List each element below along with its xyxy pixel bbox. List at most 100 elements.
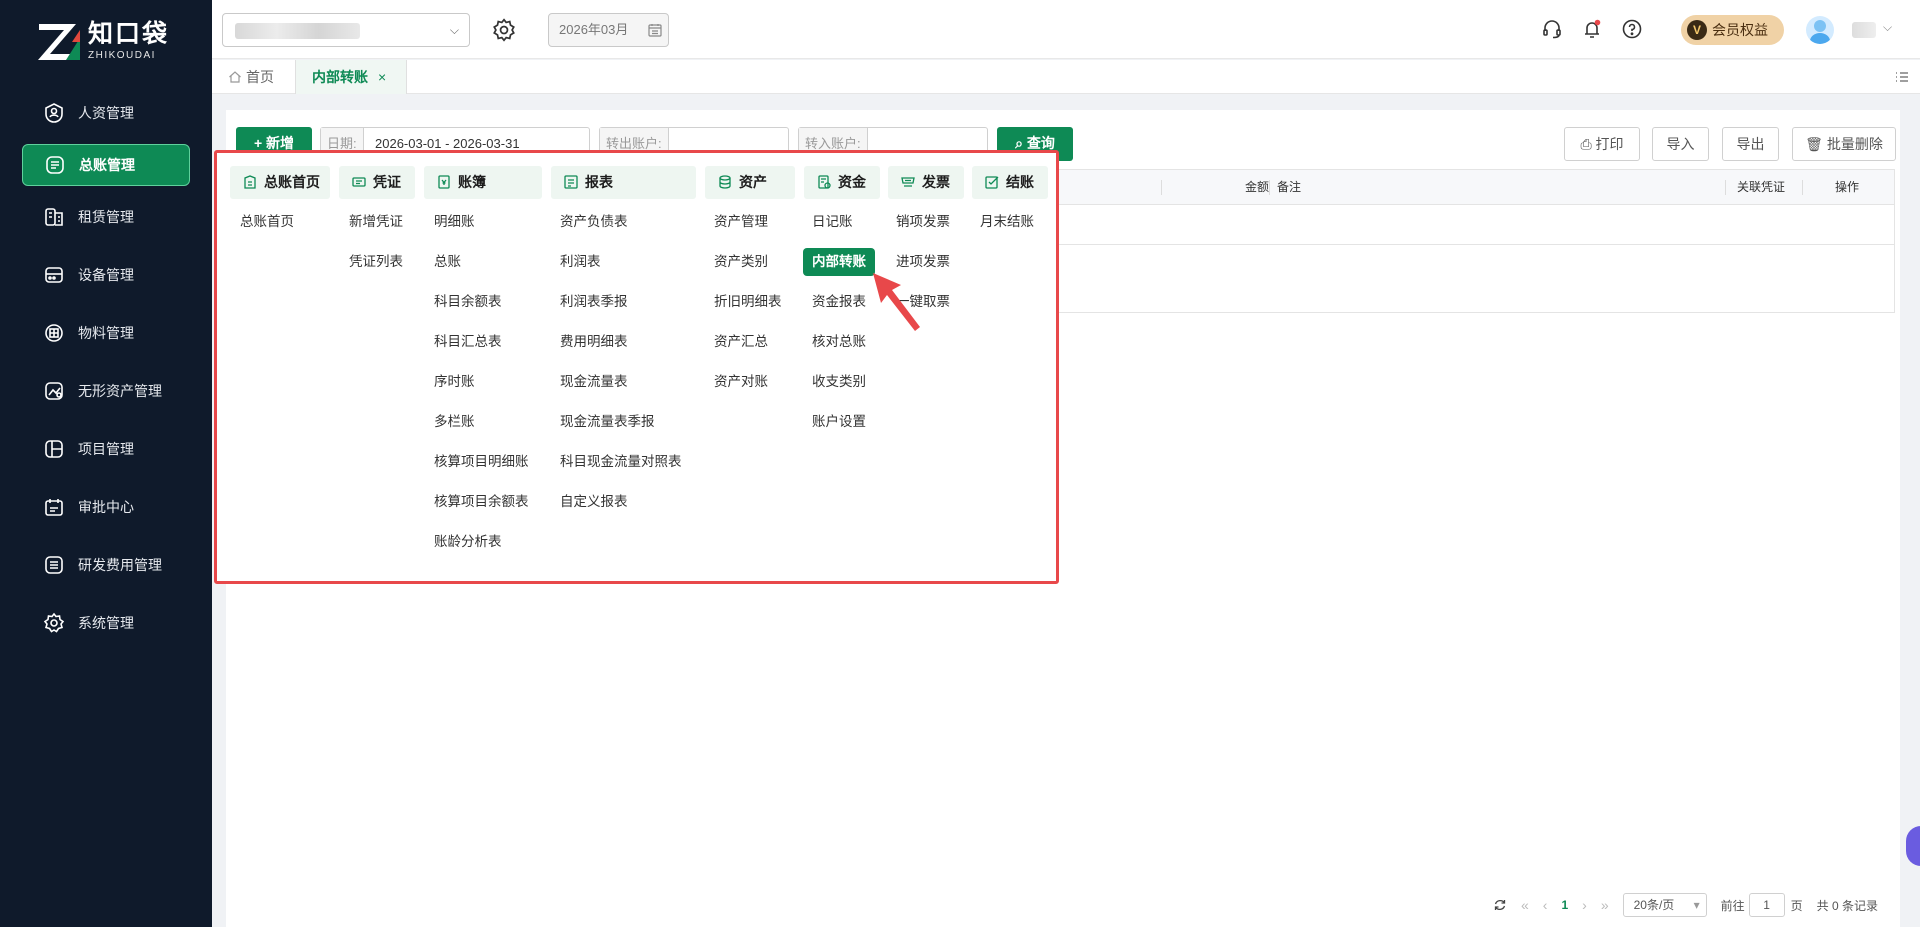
gear-icon[interactable] — [491, 17, 517, 43]
menu-link[interactable]: 利润表季报 — [560, 288, 628, 316]
print-button[interactable]: ⎙ 打印 — [1564, 127, 1640, 161]
bell-icon[interactable] — [1581, 18, 1603, 40]
menu-group-invoices[interactable]: 发票 — [888, 166, 964, 199]
username-redacted[interactable] — [1852, 22, 1876, 38]
menu-link[interactable]: 凭证列表 — [349, 248, 403, 276]
device-icon — [42, 263, 66, 287]
menu-link[interactable]: 自定义报表 — [560, 488, 628, 516]
menu-link[interactable]: 利润表 — [560, 248, 601, 276]
period-picker[interactable]: 2026年03月 — [548, 13, 669, 47]
next-page-icon[interactable]: › — [1582, 897, 1587, 913]
user-badge-icon — [42, 101, 66, 125]
menu-group-title: 资金 — [838, 174, 866, 190]
rd-expense-icon — [42, 553, 66, 577]
list-menu-icon[interactable] — [1894, 69, 1910, 85]
sidebar-item-approval[interactable]: 审批中心 — [0, 478, 212, 536]
menu-link[interactable]: 销项发票 — [896, 208, 950, 236]
batch-delete-button[interactable]: 🗑 批量删除 — [1792, 127, 1896, 161]
menu-link[interactable]: 资产汇总 — [714, 328, 768, 356]
tab-home[interactable]: 首页 — [212, 60, 290, 94]
export-button[interactable]: 导出 — [1722, 127, 1779, 161]
page-number[interactable]: 1 — [1561, 898, 1568, 912]
menu-group-assets[interactable]: 资产 — [705, 166, 795, 199]
menu-link[interactable]: 核算项目余额表 — [434, 488, 529, 516]
menu-link[interactable]: 核对总账 — [812, 328, 866, 356]
page-size-select[interactable]: 20条/页 — [1622, 893, 1707, 917]
menu-link[interactable]: 资金报表 — [812, 288, 866, 316]
menu-link[interactable]: 科目现金流量对照表 — [560, 448, 682, 476]
menu-group-closing[interactable]: 结账 — [972, 166, 1048, 199]
menu-link[interactable]: 折旧明细表 — [714, 288, 782, 316]
asset-icon — [719, 175, 731, 189]
menu-link[interactable]: 日记账 — [812, 208, 853, 236]
menu-link[interactable]: 现金流量表季报 — [560, 408, 655, 436]
vip-benefits-button[interactable]: V 会员权益 — [1681, 15, 1784, 45]
menu-link[interactable]: 总账 — [434, 248, 461, 276]
menu-link[interactable]: 账户设置 — [812, 408, 866, 436]
headset-icon[interactable] — [1541, 18, 1563, 40]
menu-group-ledger-home[interactable]: 总账首页 — [230, 166, 330, 199]
chevron-down-icon[interactable]: ⌵ — [1883, 20, 1892, 35]
avatar[interactable] — [1806, 16, 1834, 44]
column-divider — [1161, 180, 1162, 195]
voucher-icon — [352, 177, 366, 187]
last-page-icon[interactable]: » — [1601, 897, 1609, 913]
menu-link[interactable]: 科目汇总表 — [434, 328, 502, 356]
sidebar-item-ledger[interactable]: 总账管理 — [22, 144, 190, 186]
first-page-icon[interactable]: « — [1521, 897, 1529, 913]
sidebar-item-intangible[interactable]: 无形资产管理 — [0, 362, 212, 420]
menu-link[interactable]: 新增凭证 — [349, 208, 403, 236]
goto-page-input[interactable]: 1 — [1748, 893, 1785, 917]
brand-name-en: ZHIKOUDAI — [88, 49, 156, 61]
refresh-icon[interactable] — [1493, 898, 1507, 912]
import-button[interactable]: 导入 — [1652, 127, 1709, 161]
print-label: 打印 — [1595, 136, 1624, 152]
home-ledger-icon — [244, 175, 256, 189]
goto-group: 前往 1 页 — [1721, 893, 1803, 917]
fund-icon — [818, 175, 831, 189]
close-icon[interactable]: × — [378, 69, 386, 85]
menu-link[interactable]: 明细账 — [434, 208, 475, 236]
menu-link[interactable]: 科目余额表 — [434, 288, 502, 316]
sidebar-item-device[interactable]: 设备管理 — [0, 246, 212, 304]
column-voucher: 关联凭证 — [1737, 180, 1786, 194]
menu-link[interactable]: 资产负债表 — [560, 208, 628, 236]
sidebar-item-rd-expense[interactable]: 研发费用管理 — [0, 536, 212, 594]
menu-group-voucher[interactable]: 凭证 — [339, 166, 415, 199]
sidebar-menu: 人资管理 总账管理 租赁管理 设备管理 物料管理 无形资产管理 项目管理 审批中… — [0, 84, 212, 652]
prev-page-icon[interactable]: ‹ — [1543, 897, 1548, 913]
tab-internal-transfer[interactable]: 内部转账 × — [295, 60, 407, 94]
sidebar-item-label: 租赁管理 — [78, 209, 134, 225]
chat-bubble-icon[interactable] — [1906, 826, 1920, 866]
menu-link[interactable]: 费用明细表 — [560, 328, 628, 356]
sidebar-item-lease[interactable]: 租赁管理 — [0, 188, 212, 246]
menu-group-funds[interactable]: 资金 — [804, 166, 880, 199]
menu-link[interactable]: 账龄分析表 — [434, 528, 502, 556]
menu-link[interactable]: 资产类别 — [714, 248, 768, 276]
menu-link[interactable]: 资产对账 — [714, 368, 768, 396]
menu-link[interactable]: 序时账 — [434, 368, 475, 396]
ledger-mega-menu: 总账首页 凭证 账簿 报表 资产 资金 发票 结账 总账首页 新增凭证 凭证列表… — [214, 150, 1059, 584]
menu-link[interactable]: 资产管理 — [714, 208, 768, 236]
sidebar-item-system[interactable]: 系统管理 — [0, 594, 212, 652]
menu-link[interactable]: 现金流量表 — [560, 368, 628, 396]
menu-link[interactable]: 收支类别 — [812, 368, 866, 396]
trash-icon: 🗑 — [1805, 136, 1827, 152]
company-select[interactable]: ⌵ — [222, 13, 470, 47]
help-icon[interactable] — [1621, 18, 1643, 40]
brand-logo[interactable]: 知口袋 ZHIKOUDAI — [36, 20, 169, 62]
lease-icon — [42, 205, 66, 229]
menu-link[interactable]: 核算项目明细账 — [434, 448, 529, 476]
sidebar-item-material[interactable]: 物料管理 — [0, 304, 212, 362]
column-remark: 备注 — [1277, 180, 1302, 194]
tab-home-label: 首页 — [246, 69, 274, 85]
menu-link[interactable]: 多栏账 — [434, 408, 475, 436]
vip-label: 会员权益 — [1712, 22, 1768, 38]
menu-group-reports[interactable]: 报表 — [551, 166, 696, 199]
menu-group-title: 账簿 — [458, 174, 486, 190]
sidebar-item-project[interactable]: 项目管理 — [0, 420, 212, 478]
menu-group-books[interactable]: 账簿 — [424, 166, 542, 199]
menu-link[interactable]: 月末结账 — [980, 208, 1034, 236]
menu-link-ledger-home[interactable]: 总账首页 — [240, 208, 294, 236]
sidebar-item-hr[interactable]: 人资管理 — [0, 84, 212, 142]
